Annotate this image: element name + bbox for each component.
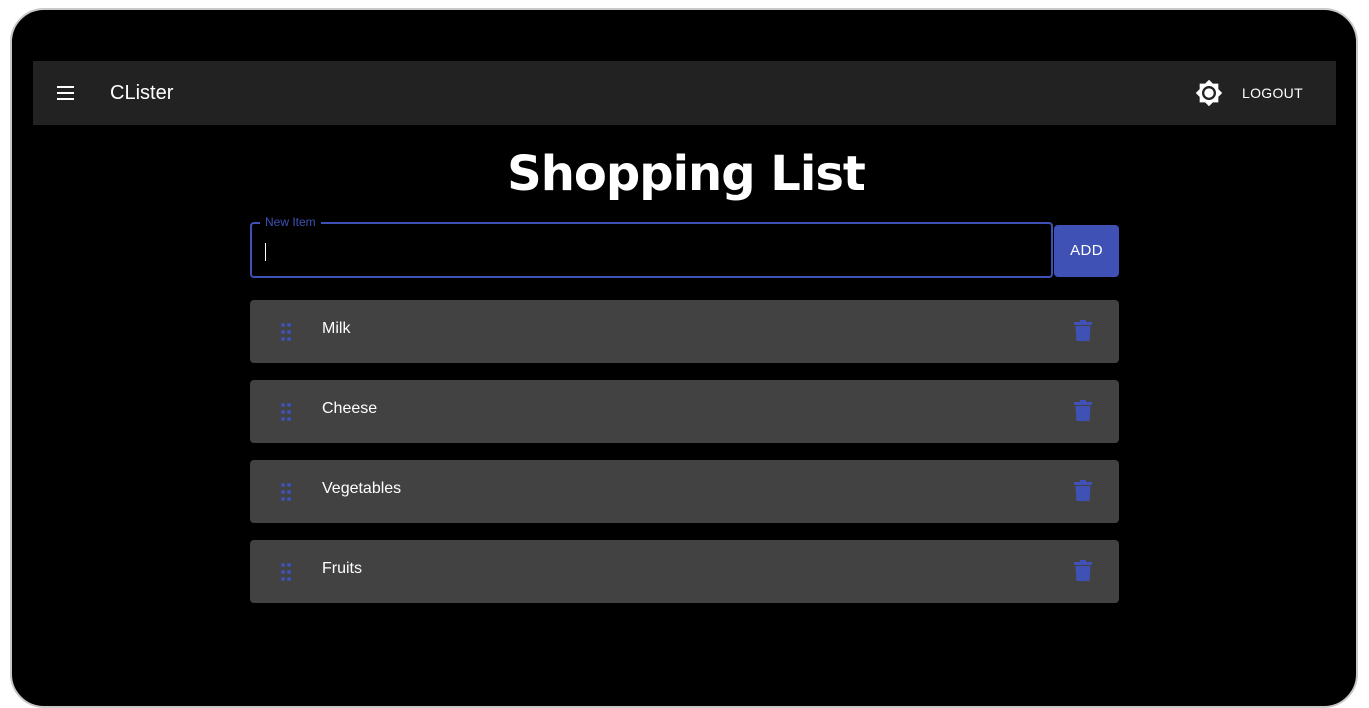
drag-handle-icon[interactable] bbox=[278, 401, 294, 423]
shopping-list: Milk Cheese Vegetables Fruits bbox=[250, 300, 1119, 620]
trash-icon[interactable] bbox=[1074, 560, 1092, 582]
list-item-label: Vegetables bbox=[322, 480, 402, 497]
drag-handle-icon[interactable] bbox=[278, 321, 294, 343]
drag-handle-icon[interactable] bbox=[278, 481, 294, 503]
hamburger-menu-icon[interactable] bbox=[51, 81, 79, 105]
text-caret bbox=[265, 243, 266, 261]
list-item[interactable]: Fruits bbox=[250, 540, 1119, 603]
trash-icon[interactable] bbox=[1074, 400, 1092, 422]
list-item-label: Fruits bbox=[322, 560, 362, 577]
list-item[interactable]: Cheese bbox=[250, 380, 1119, 443]
app-title: CLister bbox=[110, 82, 174, 104]
list-item[interactable]: Milk bbox=[250, 300, 1119, 363]
list-item-label: Milk bbox=[322, 320, 351, 337]
add-button[interactable]: ADD bbox=[1054, 225, 1119, 277]
drag-handle-icon[interactable] bbox=[278, 561, 294, 583]
trash-icon[interactable] bbox=[1074, 320, 1092, 342]
list-item-label: Cheese bbox=[322, 400, 378, 417]
device-frame: CLister LOGOUT Shopping List New Item AD… bbox=[10, 8, 1358, 708]
new-item-input[interactable] bbox=[262, 236, 1036, 266]
new-item-field[interactable]: New Item bbox=[250, 215, 1053, 278]
new-item-label: New Item bbox=[260, 215, 321, 229]
page-title: Shopping List bbox=[507, 146, 866, 202]
list-item[interactable]: Vegetables bbox=[250, 460, 1119, 523]
logout-button[interactable]: LOGOUT bbox=[1233, 77, 1312, 109]
brightness-icon[interactable] bbox=[1195, 79, 1223, 107]
app-bar: CLister LOGOUT bbox=[33, 61, 1336, 125]
trash-icon[interactable] bbox=[1074, 480, 1092, 502]
